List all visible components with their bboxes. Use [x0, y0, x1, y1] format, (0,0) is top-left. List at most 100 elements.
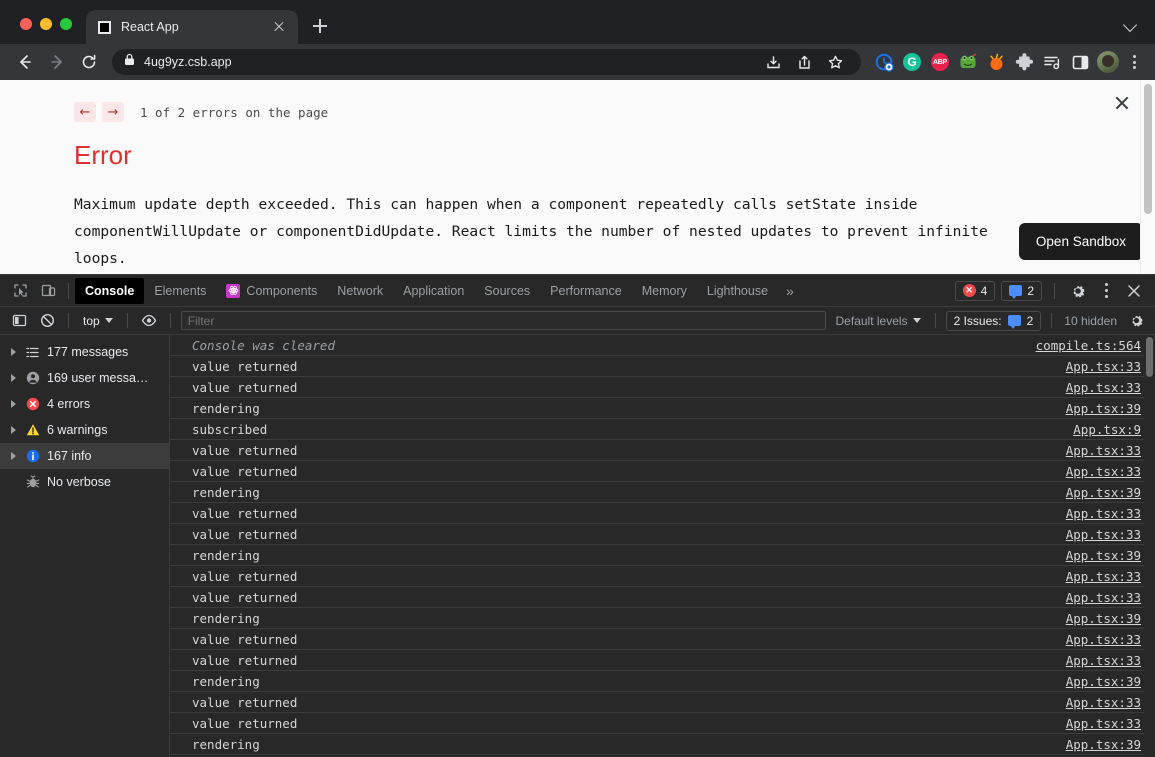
message-count-badge[interactable]: 2: [1001, 280, 1042, 301]
forward-arrow-icon[interactable]: [42, 47, 72, 77]
sidebar-item-info[interactable]: 167 info: [0, 443, 169, 469]
log-source-link[interactable]: App.tsx:33: [1066, 590, 1141, 605]
chevron-down-icon[interactable]: [1121, 14, 1141, 34]
frog-extension-icon[interactable]: [955, 49, 981, 75]
log-source-link[interactable]: App.tsx:39: [1066, 674, 1141, 689]
bookmark-star-icon[interactable]: [821, 48, 849, 76]
reading-list-icon[interactable]: [1039, 49, 1065, 75]
tab-application[interactable]: Application: [393, 278, 474, 304]
console-row[interactable]: rendering App.tsx:39: [170, 734, 1155, 755]
console-row[interactable]: value returned App.tsx:33: [170, 461, 1155, 482]
log-levels-selector[interactable]: Default levels: [832, 314, 925, 328]
device-toolbar-icon[interactable]: [34, 278, 62, 304]
log-source-link[interactable]: App.tsx:33: [1066, 443, 1141, 458]
console-row[interactable]: rendering App.tsx:39: [170, 545, 1155, 566]
download-icon[interactable]: [759, 48, 787, 76]
tab-network[interactable]: Network: [327, 278, 393, 304]
error-prev-button[interactable]: ←: [74, 102, 96, 122]
console-row[interactable]: rendering App.tsx:39: [170, 482, 1155, 503]
sidebar-item-verbose[interactable]: No verbose: [0, 469, 169, 495]
expand-triangle-icon[interactable]: [8, 348, 18, 356]
console-row[interactable]: value returned App.tsx:33: [170, 503, 1155, 524]
log-source-link[interactable]: App.tsx:39: [1066, 737, 1141, 752]
log-source-link[interactable]: compile.ts:564: [1036, 338, 1141, 353]
log-source-link[interactable]: App.tsx:33: [1066, 695, 1141, 710]
tab-close-icon[interactable]: [270, 18, 288, 36]
devtools-more-menu-icon[interactable]: [1095, 279, 1117, 303]
back-arrow-icon[interactable]: [10, 47, 40, 77]
log-source-link[interactable]: App.tsx:33: [1066, 380, 1141, 395]
log-source-link[interactable]: App.tsx:33: [1066, 569, 1141, 584]
log-source-link[interactable]: App.tsx:33: [1066, 632, 1141, 647]
page-scrollbar-thumb[interactable]: [1144, 84, 1152, 214]
console-row[interactable]: Console was cleared compile.ts:564: [170, 335, 1155, 356]
console-row[interactable]: rendering App.tsx:39: [170, 671, 1155, 692]
more-tabs-button[interactable]: »: [778, 283, 802, 299]
log-source-link[interactable]: App.tsx:33: [1066, 506, 1141, 521]
log-source-link[interactable]: App.tsx:33: [1066, 527, 1141, 542]
tab-components[interactable]: Components: [216, 278, 327, 304]
console-row[interactable]: value returned App.tsx:33: [170, 692, 1155, 713]
log-source-link[interactable]: App.tsx:39: [1066, 401, 1141, 416]
console-row[interactable]: value returned App.tsx:33: [170, 650, 1155, 671]
window-maximize-button[interactable]: [60, 18, 72, 30]
console-row[interactable]: value returned App.tsx:33: [170, 629, 1155, 650]
grammarly-extension-icon[interactable]: G: [899, 49, 925, 75]
log-source-link[interactable]: App.tsx:39: [1066, 611, 1141, 626]
console-row[interactable]: rendering App.tsx:39: [170, 398, 1155, 419]
console-filter-input[interactable]: [180, 311, 826, 330]
console-row[interactable]: value returned App.tsx:33: [170, 524, 1155, 545]
console-scrollbar-thumb[interactable]: [1146, 337, 1153, 377]
log-source-link[interactable]: App.tsx:39: [1066, 485, 1141, 500]
error-overlay-close-icon[interactable]: [1109, 90, 1135, 116]
devtools-close-icon[interactable]: [1123, 280, 1145, 302]
console-scrollbar[interactable]: [1144, 335, 1155, 757]
sidebar-item-warnings[interactable]: 6 warnings: [0, 417, 169, 443]
sidebar-item-messages[interactable]: 177 messages: [0, 339, 169, 365]
new-tab-button[interactable]: [306, 12, 334, 40]
share-icon[interactable]: [790, 48, 818, 76]
live-expression-eye-icon[interactable]: [138, 310, 160, 332]
clock-extension-icon[interactable]: [871, 49, 897, 75]
adblock-plus-extension-icon[interactable]: ABP: [927, 49, 953, 75]
tab-memory[interactable]: Memory: [632, 278, 697, 304]
reload-icon[interactable]: [74, 47, 104, 77]
tab-lighthouse[interactable]: Lighthouse: [697, 278, 778, 304]
window-minimize-button[interactable]: [40, 18, 52, 30]
log-source-link[interactable]: App.tsx:39: [1066, 548, 1141, 563]
window-close-button[interactable]: [20, 18, 32, 30]
avatar[interactable]: [1095, 49, 1121, 75]
log-source-link[interactable]: App.tsx:33: [1066, 359, 1141, 374]
console-row[interactable]: value returned App.tsx:33: [170, 440, 1155, 461]
expand-triangle-icon[interactable]: [8, 374, 18, 382]
page-scrollbar[interactable]: [1140, 80, 1155, 274]
console-settings-gear-icon[interactable]: [1125, 310, 1147, 332]
error-next-button[interactable]: →: [102, 102, 124, 122]
log-source-link[interactable]: App.tsx:33: [1066, 716, 1141, 731]
log-source-link[interactable]: App.tsx:33: [1066, 464, 1141, 479]
address-bar[interactable]: 4ug9yz.csb.app: [112, 49, 861, 75]
tab-performance[interactable]: Performance: [540, 278, 632, 304]
error-count-badge[interactable]: ✕ 4: [954, 280, 996, 301]
console-row[interactable]: subscribed App.tsx:9: [170, 419, 1155, 440]
inspect-element-icon[interactable]: [6, 278, 34, 304]
expand-triangle-icon[interactable]: [8, 426, 18, 434]
open-sandbox-button[interactable]: Open Sandbox: [1018, 223, 1143, 260]
log-source-link[interactable]: App.tsx:9: [1073, 422, 1141, 437]
execution-context-selector[interactable]: top: [79, 314, 117, 328]
browser-tab[interactable]: React App: [86, 10, 298, 44]
sidebar-item-user-messages[interactable]: 169 user messa…: [0, 365, 169, 391]
expand-triangle-icon[interactable]: [8, 400, 18, 408]
issues-button[interactable]: 2 Issues: 2: [945, 310, 1042, 331]
devtools-settings-gear-icon[interactable]: [1067, 280, 1089, 302]
console-row[interactable]: value returned App.tsx:33: [170, 713, 1155, 734]
honey-extension-icon[interactable]: [983, 49, 1009, 75]
console-row[interactable]: value returned App.tsx:33: [170, 566, 1155, 587]
console-row[interactable]: value returned App.tsx:33: [170, 356, 1155, 377]
log-source-link[interactable]: App.tsx:33: [1066, 653, 1141, 668]
tab-elements[interactable]: Elements: [144, 278, 216, 304]
side-panel-icon[interactable]: [1067, 49, 1093, 75]
console-row[interactable]: value returned App.tsx:33: [170, 587, 1155, 608]
tab-sources[interactable]: Sources: [474, 278, 540, 304]
console-sidebar-icon[interactable]: [8, 310, 30, 332]
